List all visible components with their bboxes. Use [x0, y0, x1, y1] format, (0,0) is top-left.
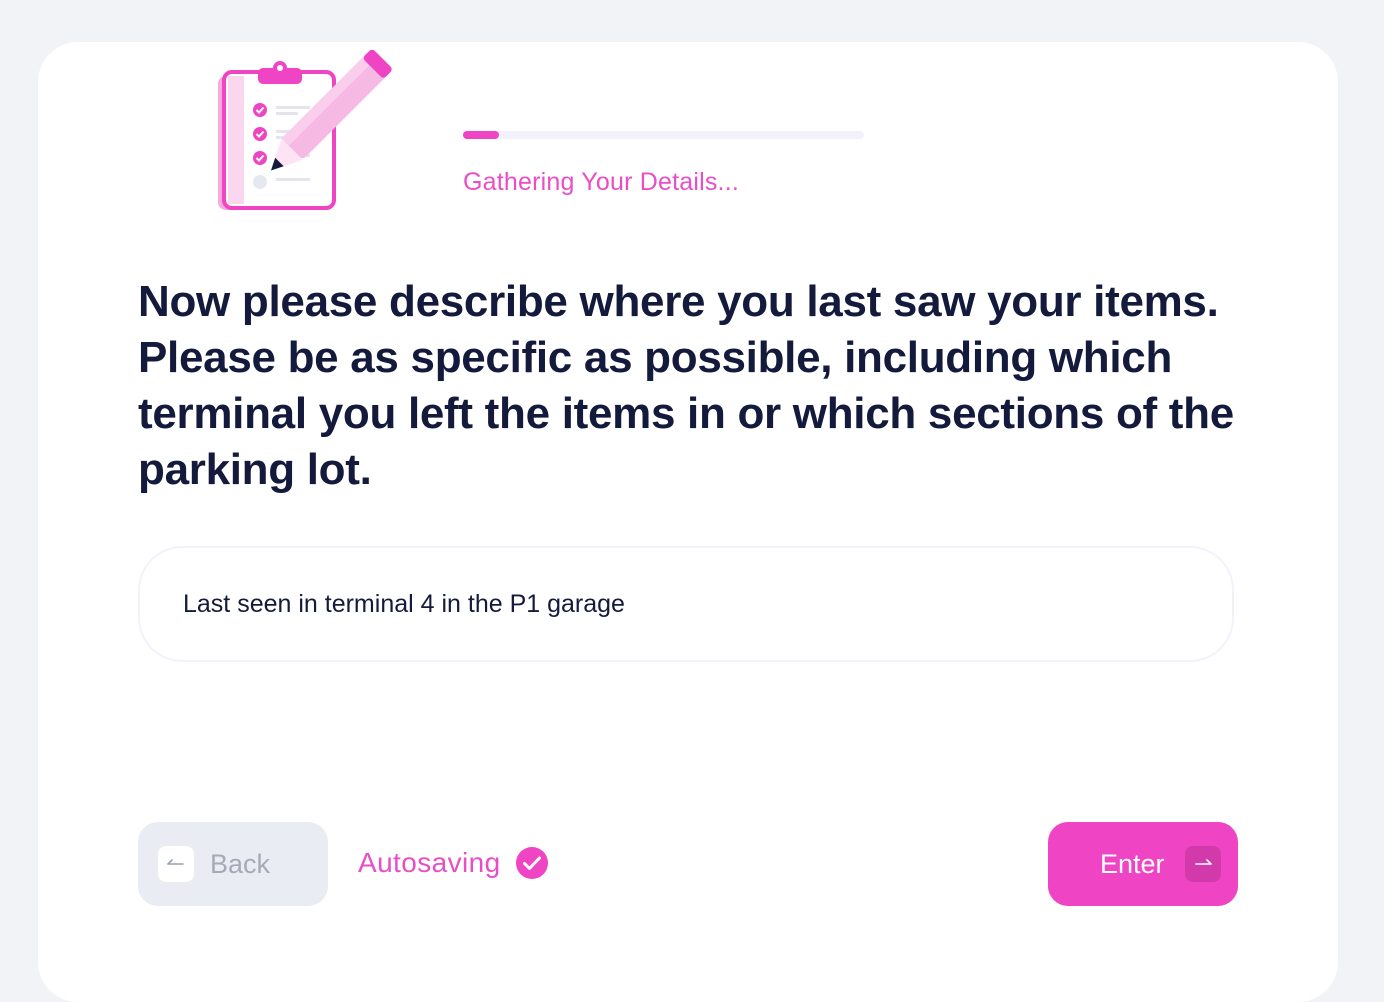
answer-input[interactable]: Last seen in terminal 4 in the P1 garage	[138, 546, 1234, 662]
enter-label: Enter	[1100, 848, 1165, 879]
progress-bar	[463, 131, 864, 139]
arrow-left-icon	[158, 846, 194, 882]
answer-input-value: Last seen in terminal 4 in the P1 garage	[183, 589, 625, 618]
autosave-label: Autosaving	[358, 847, 501, 878]
status-label: Gathering Your Details...	[463, 168, 739, 196]
question-heading: Now please describe where you last saw y…	[138, 277, 1234, 494]
arrow-right-icon	[1184, 846, 1221, 882]
back-button[interactable]: Back	[138, 822, 328, 906]
clipboard-pencil-icon	[214, 46, 394, 216]
enter-button[interactable]: Enter	[1048, 822, 1238, 906]
back-label: Back	[210, 848, 271, 879]
autosave-status: Autosaving	[358, 846, 549, 880]
check-circle-icon	[515, 847, 548, 879]
progress-bar-fill	[463, 131, 500, 139]
